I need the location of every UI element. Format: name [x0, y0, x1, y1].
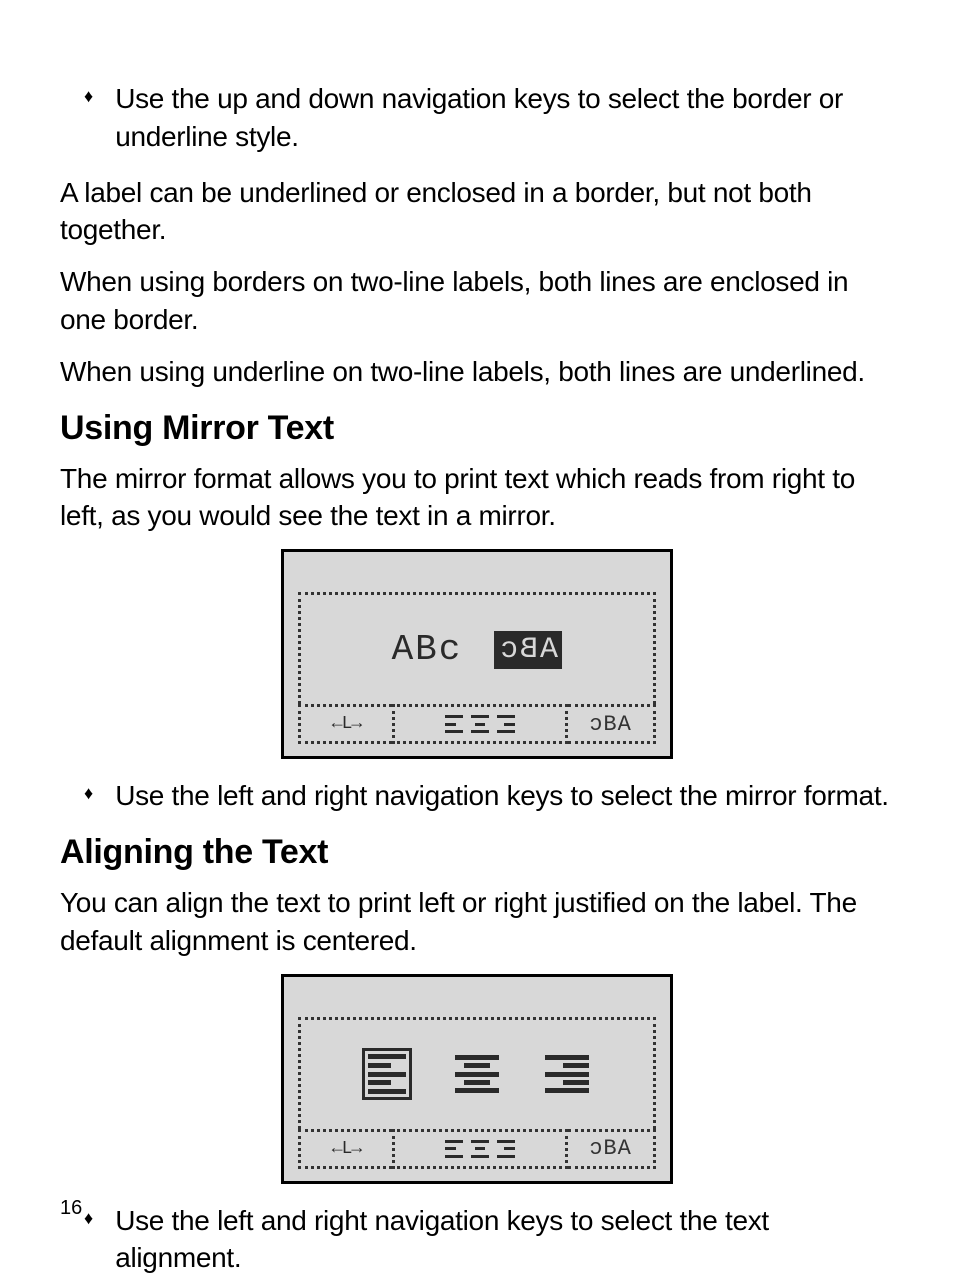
- lcd-status-right: ɔBA: [568, 704, 656, 744]
- align-left-option-selected: [365, 1051, 409, 1097]
- align-right-icon: [497, 715, 515, 733]
- bullet-item: ♦ Use the left and right navigation keys…: [84, 1202, 894, 1277]
- heading-mirror-text: Using Mirror Text: [60, 409, 894, 448]
- bullet-item: ♦ Use the up and down navigation keys to…: [84, 80, 894, 156]
- paragraph: When using borders on two-line labels, b…: [60, 263, 894, 339]
- align-right-option: [545, 1051, 589, 1097]
- align-center-icon: [471, 715, 489, 733]
- lcd-normal-text: ABc: [392, 629, 463, 670]
- lcd-status-bar: ←L→ ɔBA: [298, 704, 656, 744]
- align-left-icon: [445, 1140, 463, 1158]
- lcd-status-bar: ←L→ ɔBA: [298, 1129, 656, 1169]
- lcd-figure-mirror: ABc ABc ←L→ ɔBA: [60, 549, 894, 759]
- lcd-align-indicators: [392, 1129, 568, 1169]
- heading-aligning-text: Aligning the Text: [60, 833, 894, 872]
- lcd-screen: ←L→ ɔBA: [281, 974, 673, 1184]
- diamond-icon: ♦: [84, 783, 93, 815]
- paragraph: A label can be underlined or enclosed in…: [60, 174, 894, 250]
- lcd-status-right: ɔBA: [568, 1129, 656, 1169]
- align-left-icon: [445, 715, 463, 733]
- align-center-option: [455, 1051, 499, 1097]
- lcd-mirrored-text: ABc: [494, 631, 562, 669]
- diamond-icon: ♦: [84, 1208, 93, 1277]
- lcd-nav-hint: ←L→: [298, 704, 392, 744]
- bullet-text: Use the up and down navigation keys to s…: [115, 80, 894, 156]
- bullet-text: Use the left and right navigation keys t…: [115, 777, 889, 815]
- paragraph: The mirror format allows you to print te…: [60, 460, 894, 536]
- diamond-icon: ♦: [84, 86, 93, 156]
- lcd-align-indicators: [392, 704, 568, 744]
- align-right-icon: [497, 1140, 515, 1158]
- align-center-icon: [471, 1140, 489, 1158]
- page-number: 16: [60, 1197, 82, 1220]
- bullet-item: ♦ Use the left and right navigation keys…: [84, 777, 894, 815]
- paragraph: When using underline on two-line labels,…: [60, 353, 894, 391]
- lcd-nav-hint: ←L→: [298, 1129, 392, 1169]
- lcd-figure-align: ←L→ ɔBA: [60, 974, 894, 1184]
- lcd-main-area: [298, 1017, 656, 1129]
- paragraph: You can align the text to print left or …: [60, 884, 894, 960]
- bullet-text: Use the left and right navigation keys t…: [115, 1202, 894, 1277]
- lcd-screen: ABc ABc ←L→ ɔBA: [281, 549, 673, 759]
- lcd-main-area: ABc ABc: [298, 592, 656, 704]
